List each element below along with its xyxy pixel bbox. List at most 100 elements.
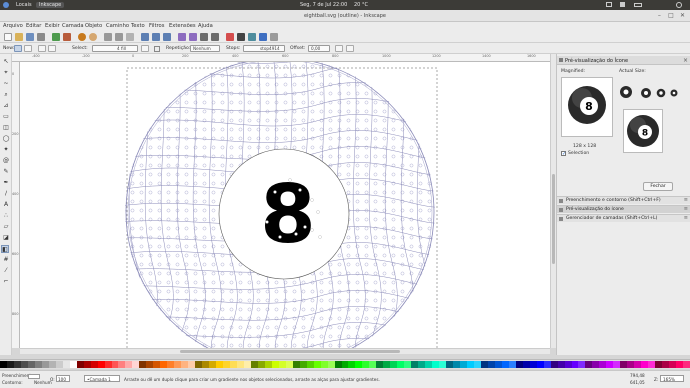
close-button[interactable]: Fechar (643, 182, 673, 191)
horizontal-scrollbar[interactable] (20, 348, 550, 354)
zoom-selection-icon[interactable] (141, 33, 149, 41)
close-icon[interactable]: × (683, 57, 688, 64)
horizontal-ruler[interactable]: -400 -200 0 200 400 600 800 1000 1200 14… (12, 54, 550, 62)
connector-tool-icon[interactable]: ⌐ (2, 278, 10, 286)
fill-indicator[interactable] (28, 374, 40, 379)
paste-icon[interactable] (126, 33, 134, 41)
star-tool-icon[interactable]: ✦ (2, 146, 10, 154)
save-icon[interactable] (26, 33, 34, 41)
minimize-icon[interactable]: – (656, 12, 663, 19)
calligraphy-tool-icon[interactable]: ∕ (2, 190, 10, 198)
weather-indicator[interactable]: 20 °C (354, 2, 368, 8)
new-document-icon[interactable] (4, 33, 12, 41)
on-stroke-button[interactable] (48, 45, 56, 52)
icon-preview-header[interactable]: Pré-visualização do Ícone × (557, 56, 690, 65)
eraser-tool-icon[interactable]: ▱ (2, 223, 10, 231)
box3d-tool-icon[interactable]: ◫ (2, 124, 10, 132)
selector-tool-icon[interactable]: ↖ (2, 58, 10, 66)
spiral-tool-icon[interactable]: @ (2, 157, 10, 165)
battery-icon[interactable] (634, 3, 642, 7)
dock-menu-icon[interactable]: ≡ (684, 215, 688, 221)
zoom-tool-icon[interactable]: ⌕ (2, 91, 10, 99)
network-icon[interactable] (606, 2, 612, 7)
print-icon[interactable] (37, 33, 45, 41)
cut-icon[interactable] (115, 33, 123, 41)
text-font-icon[interactable] (237, 33, 245, 41)
node-tool-icon[interactable]: ⌖ (2, 69, 10, 77)
bucket-tool-icon[interactable]: ◪ (2, 234, 10, 242)
spray-tool-icon[interactable]: ∴ (2, 212, 10, 220)
radial-gradient-button[interactable] (24, 45, 32, 52)
horizontal-scroll-thumb[interactable] (180, 350, 400, 353)
ellipse-tool-icon[interactable]: ◯ (2, 135, 10, 143)
menu-layer[interactable]: Camada (62, 23, 84, 29)
actual-size-preview-1[interactable] (619, 85, 633, 99)
offset-spin[interactable]: 0,00 (308, 45, 330, 52)
linear-gradient-button[interactable] (14, 45, 22, 52)
mesh-tool-icon[interactable]: # (2, 256, 10, 264)
actual-size-preview-3[interactable] (656, 88, 666, 98)
undo-icon[interactable] (78, 33, 86, 41)
dock-icon-preview[interactable]: Pré-visualização do ícone ≡ (557, 205, 690, 213)
places-menu[interactable]: Locais (13, 2, 35, 8)
import-icon[interactable] (52, 33, 60, 41)
palette-swatch[interactable] (683, 361, 690, 368)
gradient-select[interactable]: 4 fill (92, 45, 138, 52)
actual-size-preview-4[interactable] (670, 89, 678, 97)
menu-help[interactable]: Ajuda (198, 23, 213, 29)
menu-edit[interactable]: Editar (26, 23, 41, 29)
on-fill-button[interactable] (38, 45, 46, 52)
power-icon[interactable] (676, 2, 682, 8)
distro-logo-icon[interactable] (3, 2, 9, 8)
align-distribute-icon[interactable] (259, 33, 267, 41)
measure-tool-icon[interactable]: ⊿ (2, 102, 10, 110)
dropper-tool-icon[interactable]: ⁄ (2, 267, 10, 275)
vertical-scroll-thumb[interactable] (552, 174, 555, 264)
gradient-tool-icon[interactable]: ◧ (1, 245, 9, 253)
link-gradient-icon[interactable] (154, 46, 160, 52)
duplicate-icon[interactable] (178, 33, 186, 41)
zoom-drawing-icon[interactable] (152, 33, 160, 41)
close-icon[interactable]: ✕ (679, 12, 686, 19)
stop-select[interactable]: stop4914 (243, 45, 285, 52)
dock-menu-icon[interactable]: ≡ (684, 206, 688, 212)
reverse-gradient-button[interactable] (141, 45, 149, 52)
selection-checkbox[interactable]: ✓ (561, 151, 566, 157)
export-icon[interactable] (63, 33, 71, 41)
active-app-indicator[interactable]: Inkscape (36, 2, 65, 8)
delete-stop-button[interactable] (346, 45, 354, 52)
text-tool-icon[interactable]: A (2, 201, 10, 209)
maximize-icon[interactable]: □ (667, 12, 674, 19)
xml-editor-icon[interactable] (248, 33, 256, 41)
group-icon[interactable] (200, 33, 208, 41)
preferences-icon[interactable] (270, 33, 278, 41)
repeat-select[interactable]: Nenhum (190, 45, 220, 52)
menu-view[interactable]: Exibir (45, 23, 60, 29)
dock-fill-stroke[interactable]: Preenchimento e contorno (Shift+Ctrl+F) … (557, 196, 690, 204)
dock-menu-icon[interactable]: ≡ (684, 197, 688, 203)
open-icon[interactable] (15, 33, 23, 41)
vertical-ruler[interactable]: 0 200 400 600 800 (12, 62, 20, 348)
menu-extensions[interactable]: Extensões (169, 23, 196, 29)
copy-icon[interactable] (104, 33, 112, 41)
redo-icon[interactable] (89, 33, 97, 41)
menu-text[interactable]: Texto (131, 23, 145, 29)
tweak-tool-icon[interactable]: ~ (2, 80, 10, 88)
clock[interactable]: Seg, 7 de Jul 22:00 (300, 2, 347, 8)
add-stop-button[interactable] (335, 45, 343, 52)
drawing-canvas[interactable]: 8 (20, 62, 550, 348)
actual-size-large-preview[interactable]: 8 (623, 109, 663, 153)
menu-file[interactable]: Arquivo (3, 23, 23, 29)
volume-icon[interactable] (620, 2, 625, 7)
menu-path[interactable]: Caminho (106, 23, 129, 29)
pen-tool-icon[interactable]: ✒ (2, 179, 10, 187)
menu-filters[interactable]: Filtros (149, 23, 164, 29)
pencil-tool-icon[interactable]: ✎ (2, 168, 10, 176)
clone-icon[interactable] (189, 33, 197, 41)
ungroup-icon[interactable] (211, 33, 219, 41)
rectangle-tool-icon[interactable]: ▭ (2, 113, 10, 121)
menu-object[interactable]: Objeto (85, 23, 102, 29)
zoom-page-icon[interactable] (163, 33, 171, 41)
eight-glyph[interactable]: 8 (260, 168, 316, 261)
fill-stroke-icon[interactable] (226, 33, 234, 41)
